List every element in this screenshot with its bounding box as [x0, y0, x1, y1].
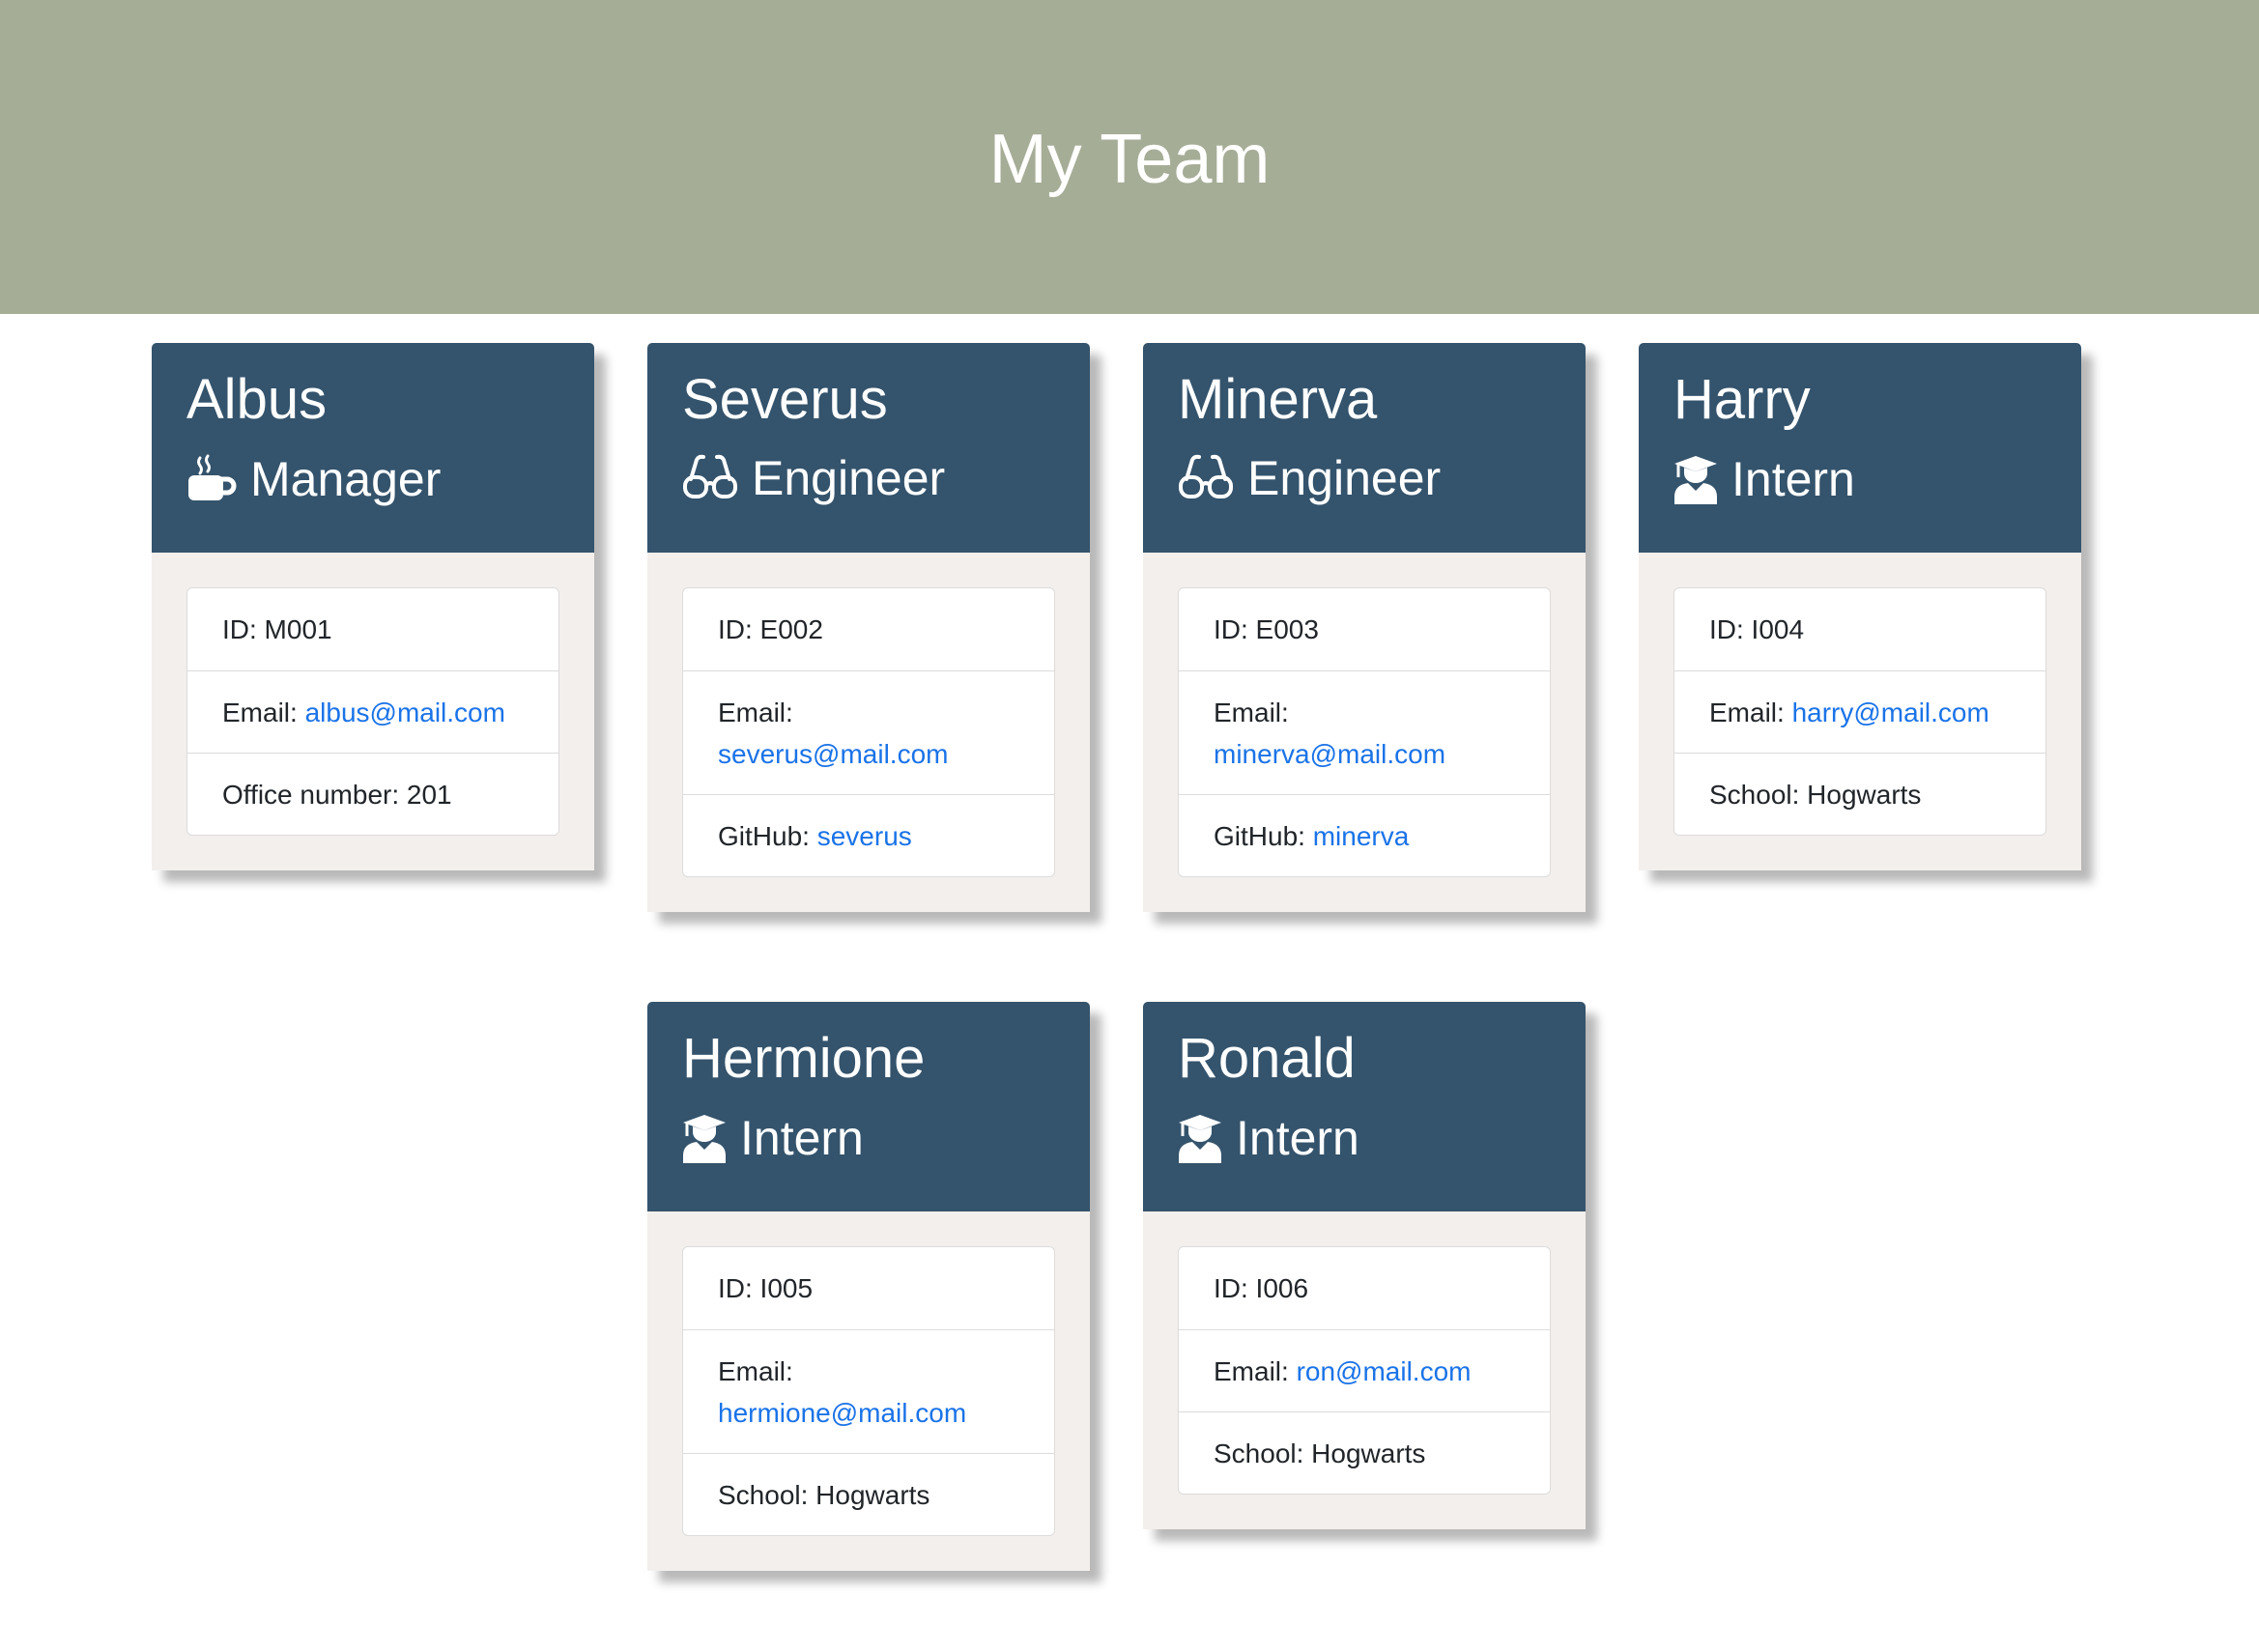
employee-role: Engineer [1178, 454, 1551, 502]
role-label: Engineer [752, 451, 946, 505]
glasses-icon [682, 454, 738, 502]
employee-role: Intern [1178, 1113, 1551, 1163]
card-body: ID: M001 Email: albus@mail.com Office nu… [152, 553, 594, 870]
role-label: Intern [740, 1111, 864, 1165]
email-label: Email: [222, 697, 298, 727]
graduate-icon [682, 1113, 727, 1163]
employee-card-minerva: Minerva Engineer ID: E003 Email: minerva… [1143, 343, 1586, 912]
email-label: Email: [1214, 1355, 1289, 1386]
list-item-id: ID: I005 [683, 1247, 1054, 1329]
employee-role: Intern [682, 1113, 1055, 1163]
list-item-email: Email: severus@mail.com [683, 670, 1054, 794]
info-list: ID: I006 Email: ron@mail.com School: Hog… [1178, 1246, 1551, 1495]
employee-card-hermione: Hermione Intern ID: I005 Email: hermione… [647, 1002, 1090, 1571]
employee-card-ronald: Ronald Intern ID: I006 Email: ron@mail.c… [1143, 1002, 1586, 1529]
employee-card-severus: Severus Engineer ID: E002 Email: severus… [647, 343, 1090, 912]
email-link[interactable]: minerva@mail.com [1214, 733, 1445, 775]
employee-name: Ronald [1178, 1027, 1356, 1090]
card-body: ID: E003 Email: minerva@mail.com GitHub:… [1143, 553, 1586, 912]
card-header: Minerva Engineer [1143, 343, 1586, 553]
employee-card-harry: Harry Intern ID: I004 Email: harry@mail.… [1639, 343, 2081, 870]
employee-name: Hermione [682, 1027, 926, 1090]
email-label: Email: [1214, 697, 1289, 727]
info-list: ID: E003 Email: minerva@mail.com GitHub:… [1178, 587, 1551, 877]
email-label: Email: [1709, 697, 1785, 727]
github-link[interactable]: minerva [1313, 815, 1410, 857]
office-number-text: Office number: 201 [222, 779, 452, 810]
id-text: ID: I006 [1214, 1273, 1309, 1303]
card-body: ID: I004 Email: harry@mail.com School: H… [1639, 553, 2081, 870]
info-list: ID: I004 Email: harry@mail.com School: H… [1673, 587, 2046, 836]
id-text: ID: I005 [718, 1273, 814, 1303]
id-text: ID: M001 [222, 614, 332, 644]
card-body: ID: I005 Email: hermione@mail.com School… [647, 1211, 1090, 1571]
employee-name: Albus [186, 368, 328, 431]
school-text: School: Hogwarts [718, 1479, 930, 1510]
info-list: ID: M001 Email: albus@mail.com Office nu… [186, 587, 559, 836]
card-header: Harry Intern [1639, 343, 2081, 553]
employee-name: Severus [682, 368, 888, 431]
card-header: Severus Engineer [647, 343, 1090, 553]
list-item-github: GitHub: minerva [1179, 794, 1550, 876]
page-header: My Team [0, 0, 2259, 314]
employee-name: Harry [1673, 368, 1811, 431]
card-header: Hermione Intern [647, 1002, 1090, 1211]
role-label: Intern [1236, 1111, 1359, 1165]
coffee-mug-icon [186, 454, 237, 504]
glasses-icon [1178, 454, 1234, 502]
list-item-school: School: Hogwarts [1179, 1411, 1550, 1494]
page-title: My Team [988, 120, 1271, 198]
role-label: Intern [1731, 452, 1855, 506]
employee-role: Engineer [682, 454, 1055, 502]
employee-role: Intern [1673, 454, 2046, 504]
github-label: GitHub: [718, 820, 810, 851]
list-item-github: GitHub: severus [683, 794, 1054, 876]
card-body: ID: E002 Email: severus@mail.com GitHub:… [647, 553, 1090, 912]
school-text: School: Hogwarts [1214, 1438, 1426, 1468]
card-header: Ronald Intern [1143, 1002, 1586, 1211]
list-item-id: ID: M001 [187, 588, 558, 670]
list-item-id: ID: I004 [1674, 588, 2045, 670]
list-item-email: Email: hermione@mail.com [683, 1329, 1054, 1453]
list-item-email: Email: ron@mail.com [1179, 1329, 1550, 1411]
email-link[interactable]: albus@mail.com [305, 692, 505, 733]
list-item-office: Office number: 201 [187, 753, 558, 835]
list-item-id: ID: E002 [683, 588, 1054, 670]
email-label: Email: [718, 697, 793, 727]
employee-card-albus: Albus Manager ID: M001 Email: albus@mail… [152, 343, 594, 870]
list-item-id: ID: E003 [1179, 588, 1550, 670]
card-header: Albus Manager [152, 343, 594, 553]
email-link[interactable]: severus@mail.com [718, 733, 948, 775]
list-item-email: Email: albus@mail.com [187, 670, 558, 753]
list-item-school: School: Hogwarts [683, 1453, 1054, 1535]
info-list: ID: I005 Email: hermione@mail.com School… [682, 1246, 1055, 1536]
id-text: ID: I004 [1709, 614, 1805, 644]
email-link[interactable]: harry@mail.com [1792, 692, 1989, 733]
email-link[interactable]: hermione@mail.com [718, 1392, 966, 1434]
email-link[interactable]: ron@mail.com [1297, 1351, 1472, 1392]
employee-name: Minerva [1178, 368, 1378, 431]
graduate-icon [1673, 454, 1718, 504]
info-list: ID: E002 Email: severus@mail.com GitHub:… [682, 587, 1055, 877]
id-text: ID: E003 [1214, 614, 1319, 644]
graduate-icon [1178, 1113, 1222, 1163]
github-label: GitHub: [1214, 820, 1305, 851]
list-item-email: Email: minerva@mail.com [1179, 670, 1550, 794]
role-label: Engineer [1247, 451, 1442, 505]
school-text: School: Hogwarts [1709, 779, 1922, 810]
list-item-email: Email: harry@mail.com [1674, 670, 2045, 753]
github-link[interactable]: severus [817, 815, 912, 857]
card-body: ID: I006 Email: ron@mail.com School: Hog… [1143, 1211, 1586, 1529]
list-item-school: School: Hogwarts [1674, 753, 2045, 835]
role-label: Manager [250, 452, 442, 506]
email-label: Email: [718, 1355, 793, 1386]
id-text: ID: E002 [718, 614, 823, 644]
list-item-id: ID: I006 [1179, 1247, 1550, 1329]
employee-role: Manager [186, 454, 559, 504]
